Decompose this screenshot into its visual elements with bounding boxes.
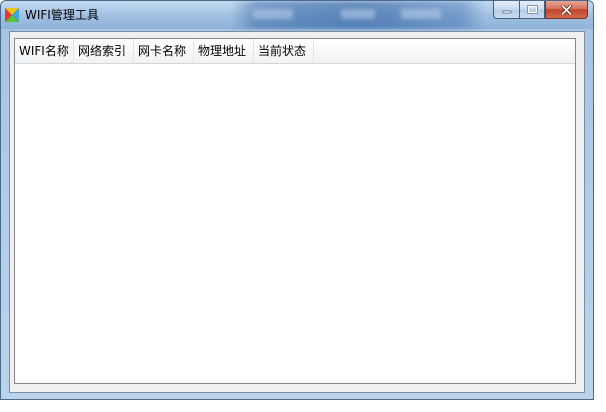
title-bar[interactable]: WIFI管理工具 [1,1,593,29]
maximize-button[interactable] [519,1,545,19]
column-header-label: WIFI名称 [19,44,69,58]
column-header-filler [314,39,575,63]
column-header-adapter-name[interactable]: 网卡名称 [134,39,194,63]
window-title: WIFI管理工具 [25,8,99,22]
list-header: WIFI名称 网络索引 网卡名称 物理地址 当前状态 [15,39,575,64]
column-header-network-index[interactable]: 网络索引 [74,39,134,63]
column-header-wifi-name[interactable]: WIFI名称 [15,39,74,63]
minimize-icon [502,10,511,13]
wifi-list-view[interactable]: WIFI名称 网络索引 网卡名称 物理地址 当前状态 [14,38,576,384]
column-header-current-status[interactable]: 当前状态 [254,39,314,63]
column-header-label: 网卡名称 [138,44,187,58]
column-header-label: 网络索引 [78,44,127,58]
column-header-mac-address[interactable]: 物理地址 [194,39,254,63]
aero-background-blur [231,1,486,29]
column-header-label: 当前状态 [258,44,307,58]
client-area: WIFI名称 网络索引 网卡名称 物理地址 当前状态 [9,31,585,393]
caption-buttons [493,1,588,19]
minimize-button[interactable] [493,1,519,19]
close-icon [561,4,572,15]
app-logo-icon [5,8,19,22]
close-button[interactable] [545,1,588,19]
maximize-icon [526,5,538,14]
app-window: WIFI管理工具 WIFI名称 网络索引 网卡名称 物理地址 当前状态 [0,0,594,400]
column-header-label: 物理地址 [198,44,247,58]
